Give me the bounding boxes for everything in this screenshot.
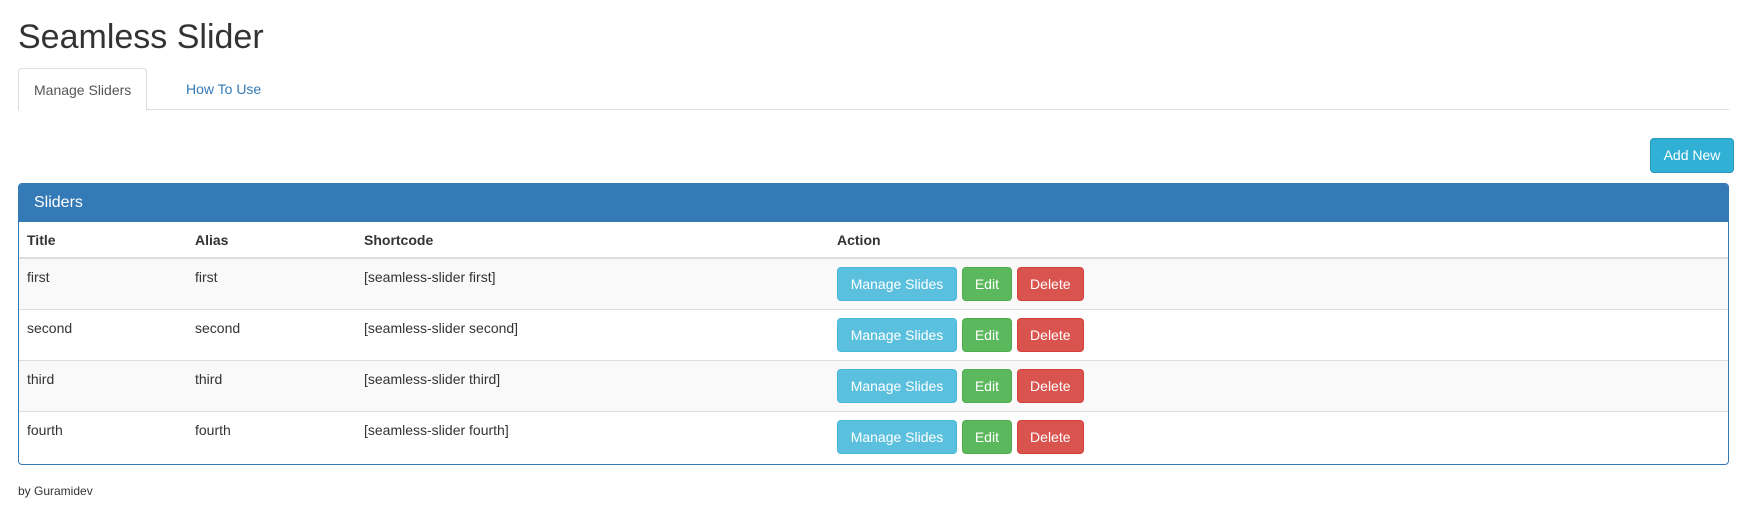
table-header-row: Title Alias Shortcode Action [19, 222, 1728, 259]
sliders-panel: Sliders Title Alias Shortcode Action fir… [18, 183, 1729, 465]
edit-button[interactable]: Edit [961, 317, 1012, 352]
row-title: fourth [19, 410, 187, 462]
delete-button[interactable]: Delete [1016, 267, 1084, 301]
row-shortcode: [seamless-slider first] [356, 258, 829, 309]
row-actions: Manage Slides Edit Delete [829, 410, 1728, 462]
manage-slides-button[interactable]: Manage Slides [837, 419, 957, 454]
table-row: second second [seamless-slider second] M… [19, 308, 1728, 360]
manage-slides-button[interactable]: Manage Slides [837, 317, 957, 352]
row-alias: fourth [187, 410, 356, 462]
table-row: third third [seamless-slider third] Mana… [19, 359, 1728, 411]
row-actions: Manage Slides Edit Delete [829, 308, 1728, 360]
table-row: fourth fourth [seamless-slider fourth] M… [19, 410, 1728, 462]
page-title: Seamless Slider [18, 18, 264, 56]
table-row: first first [seamless-slider first] Mana… [19, 258, 1728, 309]
row-actions: Manage Slides Edit Delete [829, 258, 1728, 309]
page: Seamless Slider Manage Sliders How To Us… [0, 0, 1756, 526]
add-new-button[interactable]: Add New [1650, 138, 1734, 173]
row-title: first [19, 258, 187, 309]
row-actions: Manage Slides Edit Delete [829, 359, 1728, 411]
delete-button[interactable]: Delete [1016, 368, 1084, 403]
edit-button[interactable]: Edit [961, 368, 1012, 403]
row-title: second [19, 308, 187, 360]
tab-manage-sliders[interactable]: Manage Sliders [18, 68, 148, 111]
row-shortcode: [seamless-slider fourth] [356, 410, 829, 462]
column-header-shortcode: Shortcode [356, 222, 829, 259]
sliders-table: Title Alias Shortcode Action first first… [19, 222, 1728, 462]
manage-slides-button[interactable]: Manage Slides [837, 368, 957, 403]
delete-button[interactable]: Delete [1016, 317, 1084, 352]
tab-bar: Manage Sliders How To Use [18, 68, 1729, 111]
column-header-title: Title [19, 222, 187, 259]
edit-button[interactable]: Edit [961, 419, 1012, 454]
tab-how-to-use[interactable]: How To Use [169, 68, 261, 111]
delete-button[interactable]: Delete [1016, 419, 1084, 454]
edit-button[interactable]: Edit [961, 267, 1012, 301]
column-header-action: Action [829, 222, 1728, 259]
column-header-alias: Alias [187, 222, 356, 259]
row-shortcode: [seamless-slider third] [356, 359, 829, 411]
row-title: third [19, 359, 187, 411]
row-alias: third [187, 359, 356, 411]
row-shortcode: [seamless-slider second] [356, 308, 829, 360]
manage-slides-button[interactable]: Manage Slides [837, 267, 957, 301]
row-alias: first [187, 258, 356, 309]
footer-credit: by Guramidev [18, 484, 93, 498]
panel-heading: Sliders [19, 184, 1728, 222]
row-alias: second [187, 308, 356, 360]
